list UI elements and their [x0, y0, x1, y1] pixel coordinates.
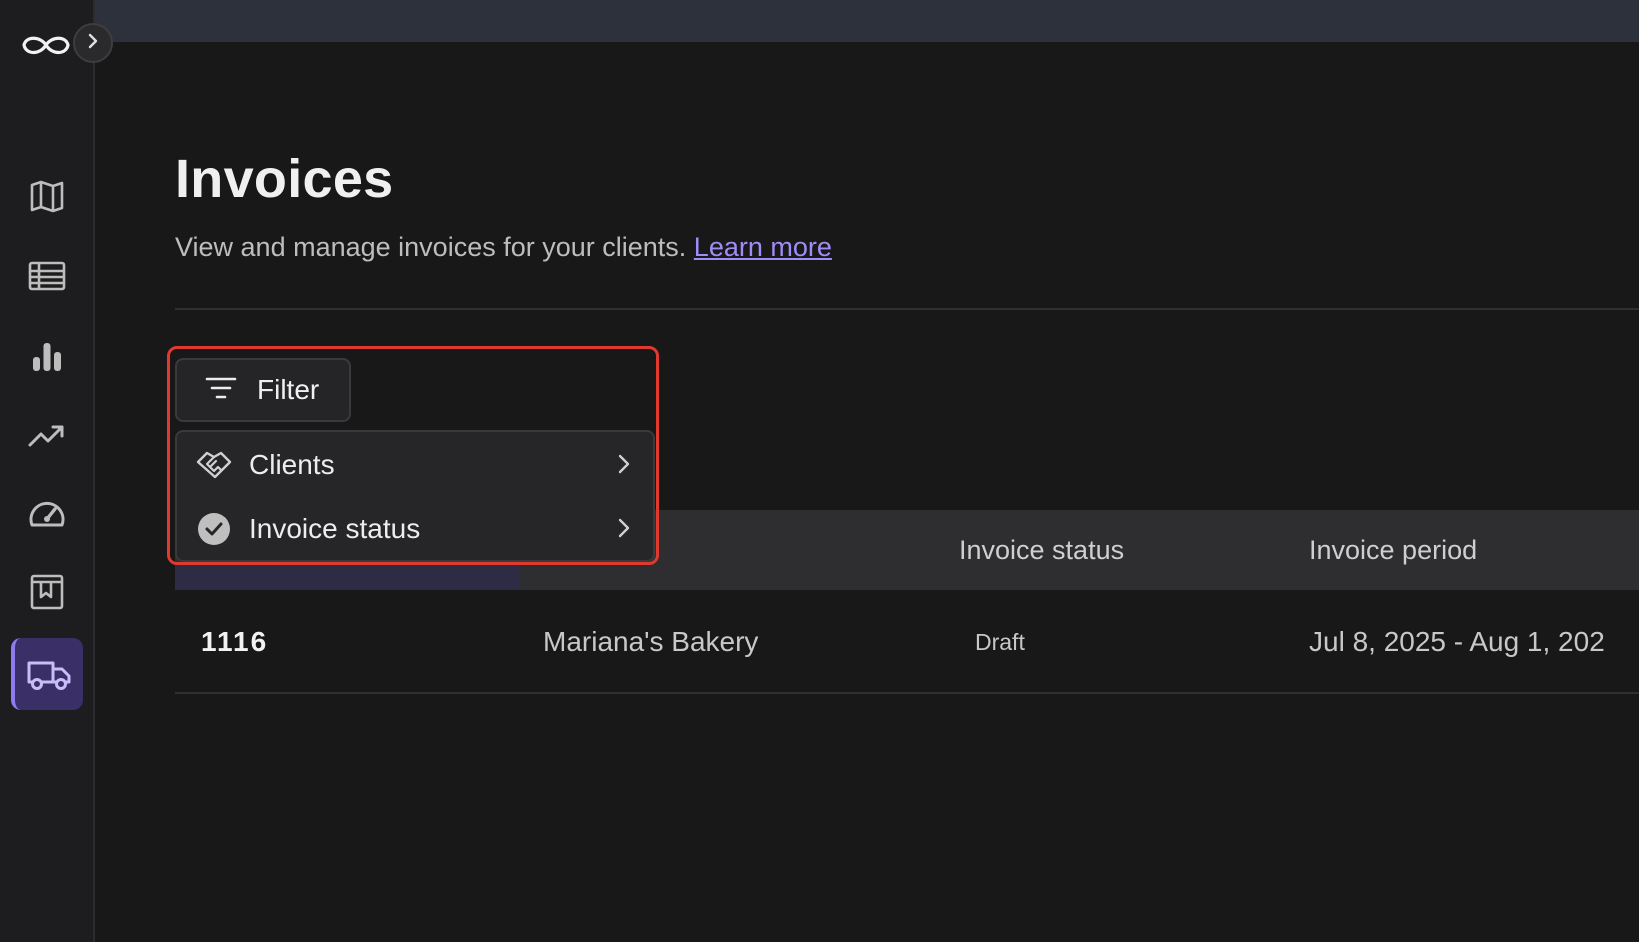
status-badge: Draft [975, 628, 1025, 655]
trend-line-icon [27, 421, 67, 451]
client-name: Mariana's Bakery [543, 626, 759, 657]
gauge-icon [27, 497, 67, 531]
chevron-right-icon [617, 517, 631, 544]
filter-button[interactable]: Filter [175, 358, 351, 422]
table-row[interactable]: 1116 Mariana's Bakery Draft Jul 8, 2025 … [175, 590, 1639, 694]
bar-chart-icon [30, 339, 64, 373]
filter-icon [205, 376, 237, 405]
sidebar-item-trends[interactable] [11, 400, 83, 472]
check-circle-icon [195, 510, 233, 548]
invoice-number: 1116 [201, 626, 269, 657]
handshake-icon [195, 446, 233, 484]
learn-more-link[interactable]: Learn more [694, 232, 832, 262]
subtitle-text: View and manage invoices for your client… [175, 232, 687, 262]
menu-item-label: Invoice status [249, 513, 421, 544]
table-icon [27, 259, 67, 293]
infinity-logo-icon[interactable] [20, 28, 72, 62]
sidebar-item-invoices[interactable] [11, 638, 83, 710]
sidebar-item-catalog[interactable] [11, 556, 83, 628]
sidebar-item-bar-chart[interactable] [11, 320, 83, 392]
top-bar [95, 0, 1639, 42]
filter-menu-item-clients[interactable]: Clients [177, 434, 653, 496]
page-subtitle: View and manage invoices for your client… [175, 232, 832, 263]
filter-button-label: Filter [257, 374, 320, 405]
menu-item-label: Clients [249, 449, 335, 480]
header-divider [175, 308, 1639, 310]
filter-menu: Clients Invoice status [175, 430, 655, 562]
bookmark-book-icon [29, 573, 65, 611]
chevron-right-icon [86, 32, 100, 55]
chevron-right-icon [617, 453, 631, 480]
map-icon [28, 177, 66, 215]
sidebar-item-table[interactable] [11, 240, 83, 312]
page-title: Invoices [175, 149, 394, 209]
column-header-invoice-period[interactable]: Invoice period [1309, 510, 1477, 590]
sidebar [0, 0, 113, 942]
invoice-period: Jul 8, 2025 - Aug 1, 202 [1309, 626, 1605, 657]
selected-column-indicator [175, 564, 519, 590]
truck-icon [26, 656, 72, 692]
filter-menu-item-invoice-status[interactable]: Invoice status [177, 498, 653, 560]
sidebar-item-performance[interactable] [11, 478, 83, 550]
sidebar-item-map[interactable] [11, 160, 83, 232]
sidebar-collapse-button[interactable] [73, 23, 113, 63]
column-header-invoice-status[interactable]: Invoice status [959, 510, 1124, 590]
